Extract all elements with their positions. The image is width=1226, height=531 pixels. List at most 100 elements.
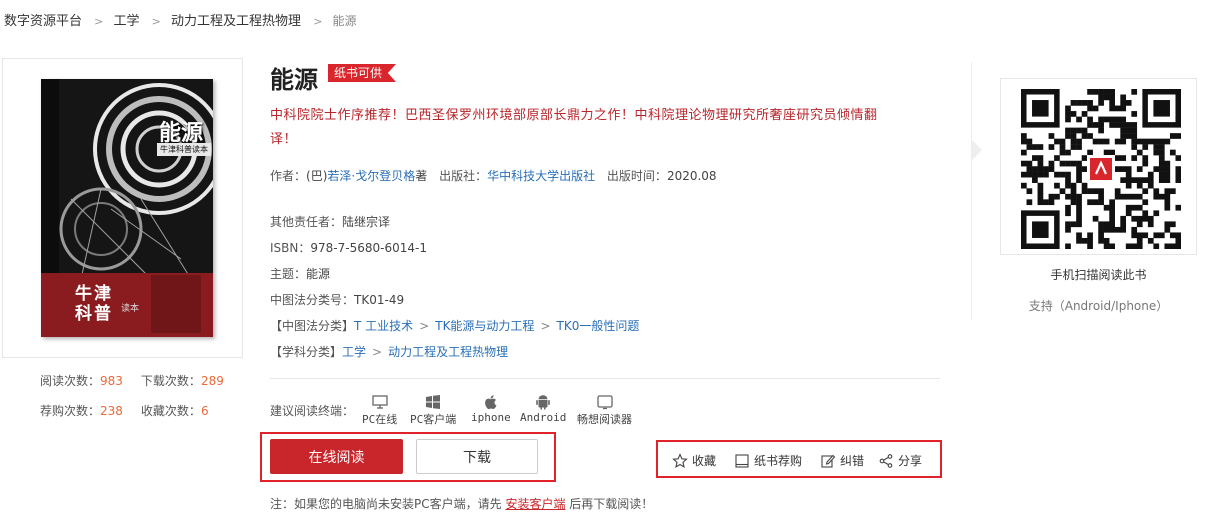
- breadcrumb-level2[interactable]: 动力工程及工程热物理: [171, 14, 301, 29]
- qr-code-image: [1021, 89, 1181, 249]
- breadcrumb-current: 能源: [332, 14, 357, 28]
- subject-row: 主题：能源: [270, 265, 330, 282]
- clc-arrow: >: [540, 319, 551, 333]
- cover-brand-line2: 科普: [75, 304, 113, 324]
- book-description: 中科院院士作序推荐！巴西圣保罗州环境部原部长鼎力之作！中科院理论物理研究所奢座研…: [270, 108, 878, 147]
- isbn-row: ISBN：978-7-5680-6014-1: [270, 239, 427, 256]
- other-label: 其他责任者：: [270, 215, 343, 229]
- windows-icon: [426, 395, 441, 409]
- favorite-count-label: 收藏次数：: [140, 404, 201, 418]
- read-online-button[interactable]: 在线阅读: [270, 439, 403, 474]
- favorite-action[interactable]: 收藏: [672, 452, 716, 469]
- monitor-icon: [371, 395, 388, 409]
- breadcrumb-level1[interactable]: 工学: [114, 14, 140, 29]
- correct-label: 纠错: [840, 454, 865, 468]
- clc-category-label: 【中图法分类】: [270, 319, 355, 333]
- qr-caption: 手机扫描阅读此书: [1050, 268, 1147, 282]
- other-responsible-row: 其他责任者：陆继宗译: [270, 213, 390, 230]
- recommend-label: 纸书荐购: [754, 454, 803, 468]
- author-link[interactable]: 若泽·戈尔登贝格: [327, 169, 415, 183]
- pubdate-value: 2020.08: [666, 169, 717, 183]
- install-note-suffix: 后再下载阅读！: [569, 497, 654, 511]
- subject-value: 能源: [306, 267, 331, 281]
- book-title: 能源: [270, 66, 318, 94]
- author-suffix: 著: [415, 169, 428, 183]
- divider-arrow: [972, 140, 982, 160]
- download-button[interactable]: 下载: [416, 439, 538, 474]
- clc-label: 中图法分类号：: [270, 293, 355, 307]
- terminal-label-pc-online: PC在线: [362, 413, 398, 426]
- tablet-icon: [596, 395, 613, 410]
- favorite-count: 6: [200, 404, 209, 418]
- discipline-link-2[interactable]: 动力工程及工程热物理: [388, 345, 508, 359]
- read-count: 983: [100, 374, 123, 388]
- apple-icon: [485, 395, 497, 410]
- correct-action[interactable]: 纠错: [820, 452, 864, 469]
- discipline-label: 【学科分类】: [270, 345, 343, 359]
- isbn-value: 978-7-5680-6014-1: [310, 241, 427, 255]
- subject-label: 主题：: [270, 267, 307, 281]
- clc-category-link-2[interactable]: TK能源与动力工程: [435, 319, 534, 333]
- terminal-label-iphone: iphone: [471, 411, 511, 424]
- author-prefix: (巴): [306, 169, 328, 183]
- favorite-label: 收藏: [692, 454, 717, 468]
- breadcrumb-separator: >: [313, 15, 323, 28]
- terminal-iphone[interactable]: iphone: [471, 393, 511, 424]
- clc-category-link-3[interactable]: TK0一般性问题: [557, 319, 640, 333]
- breadcrumb-root[interactable]: 数字资源平台: [4, 14, 82, 29]
- edit-icon: [821, 454, 836, 468]
- isbn-label: ISBN：: [270, 241, 311, 255]
- terminal-label-reader: 畅想阅读器: [577, 413, 632, 426]
- publisher-link[interactable]: 华中科技大学出版社: [487, 169, 595, 183]
- discipline-arrow: >: [372, 345, 383, 359]
- author-publisher-row: 作者：(巴)若泽·戈尔登贝格著 出版社：华中科技大学出版社 出版时间：2020.…: [270, 167, 717, 184]
- discipline-row: 【学科分类】工学 > 动力工程及工程热物理: [270, 343, 508, 360]
- qr-support: 支持（Android/Iphone）: [1028, 299, 1169, 313]
- cover-brand-small: 读本: [121, 304, 140, 314]
- breadcrumb-separator: >: [151, 15, 161, 28]
- terminal-label-pc-client: PC客户端: [410, 413, 457, 426]
- download-count: 289: [200, 374, 224, 388]
- clc-category-link-1[interactable]: T 工业技术: [354, 319, 413, 333]
- share-label: 分享: [898, 454, 923, 468]
- clc-row: 中图法分类号：TK01-49: [270, 291, 404, 308]
- cover-series: 牛津科普读本: [157, 143, 211, 156]
- read-count-label: 阅读次数：: [40, 374, 101, 388]
- install-note-prefix: 注：如果您的电脑尚未安装PC客户端，请先: [270, 497, 502, 511]
- stats-row-2: 荐购次数：238 收藏次数：6: [40, 402, 227, 419]
- print-available-badge: 纸书可供: [328, 64, 397, 82]
- book-cover-image: 能源 牛津科普读本 牛津 科普 读本: [41, 79, 213, 337]
- pubdate-label: 出版时间：: [606, 169, 667, 183]
- book-icon: [735, 453, 749, 468]
- clc-value: TK01-49: [354, 293, 405, 307]
- terminal-label-android: Android: [520, 411, 567, 424]
- terminal-reader[interactable]: 畅想阅读器: [577, 393, 632, 427]
- install-note: 注：如果您的电脑尚未安装PC客户端，请先 安装客户端 后再下载阅读！: [270, 495, 653, 512]
- share-action[interactable]: 分享: [878, 452, 922, 469]
- clc-category-row: 【中图法分类】T 工业技术 > TK能源与动力工程 > TK0一般性问题: [270, 317, 639, 334]
- author-label: 作者：: [270, 169, 307, 183]
- terminal-pc-client[interactable]: PC客户端: [410, 393, 456, 427]
- terminal-pc-online[interactable]: PC在线: [362, 393, 397, 427]
- publisher-label: 出版社：: [439, 169, 488, 183]
- column-divider: [971, 62, 972, 320]
- android-icon: [536, 395, 550, 410]
- terminal-label: 建议阅读终端：: [270, 404, 355, 418]
- book-cover-frame: 能源 牛津科普读本 牛津 科普 读本: [2, 58, 243, 358]
- recommend-count-label: 荐购次数：: [40, 404, 101, 418]
- star-icon: [672, 452, 688, 468]
- stats-row-1: 阅读次数：983 下载次数：289: [40, 372, 242, 389]
- share-icon: [879, 453, 893, 468]
- terminal-android[interactable]: Android: [520, 393, 566, 424]
- other-value: 陆继宗译: [342, 215, 391, 229]
- section-divider: [270, 378, 940, 379]
- clc-arrow: >: [419, 319, 430, 333]
- qr-code-frame: [1000, 78, 1197, 255]
- breadcrumb: 数字资源平台 > 工学 > 动力工程及工程热物理 > 能源: [4, 10, 357, 29]
- download-count-label: 下载次数：: [140, 374, 201, 388]
- discipline-link-1[interactable]: 工学: [342, 345, 366, 359]
- install-client-link[interactable]: 安装客户端: [505, 497, 565, 511]
- breadcrumb-separator: >: [94, 15, 104, 28]
- recommend-action[interactable]: 纸书荐购: [734, 452, 802, 469]
- recommend-count: 238: [100, 404, 123, 418]
